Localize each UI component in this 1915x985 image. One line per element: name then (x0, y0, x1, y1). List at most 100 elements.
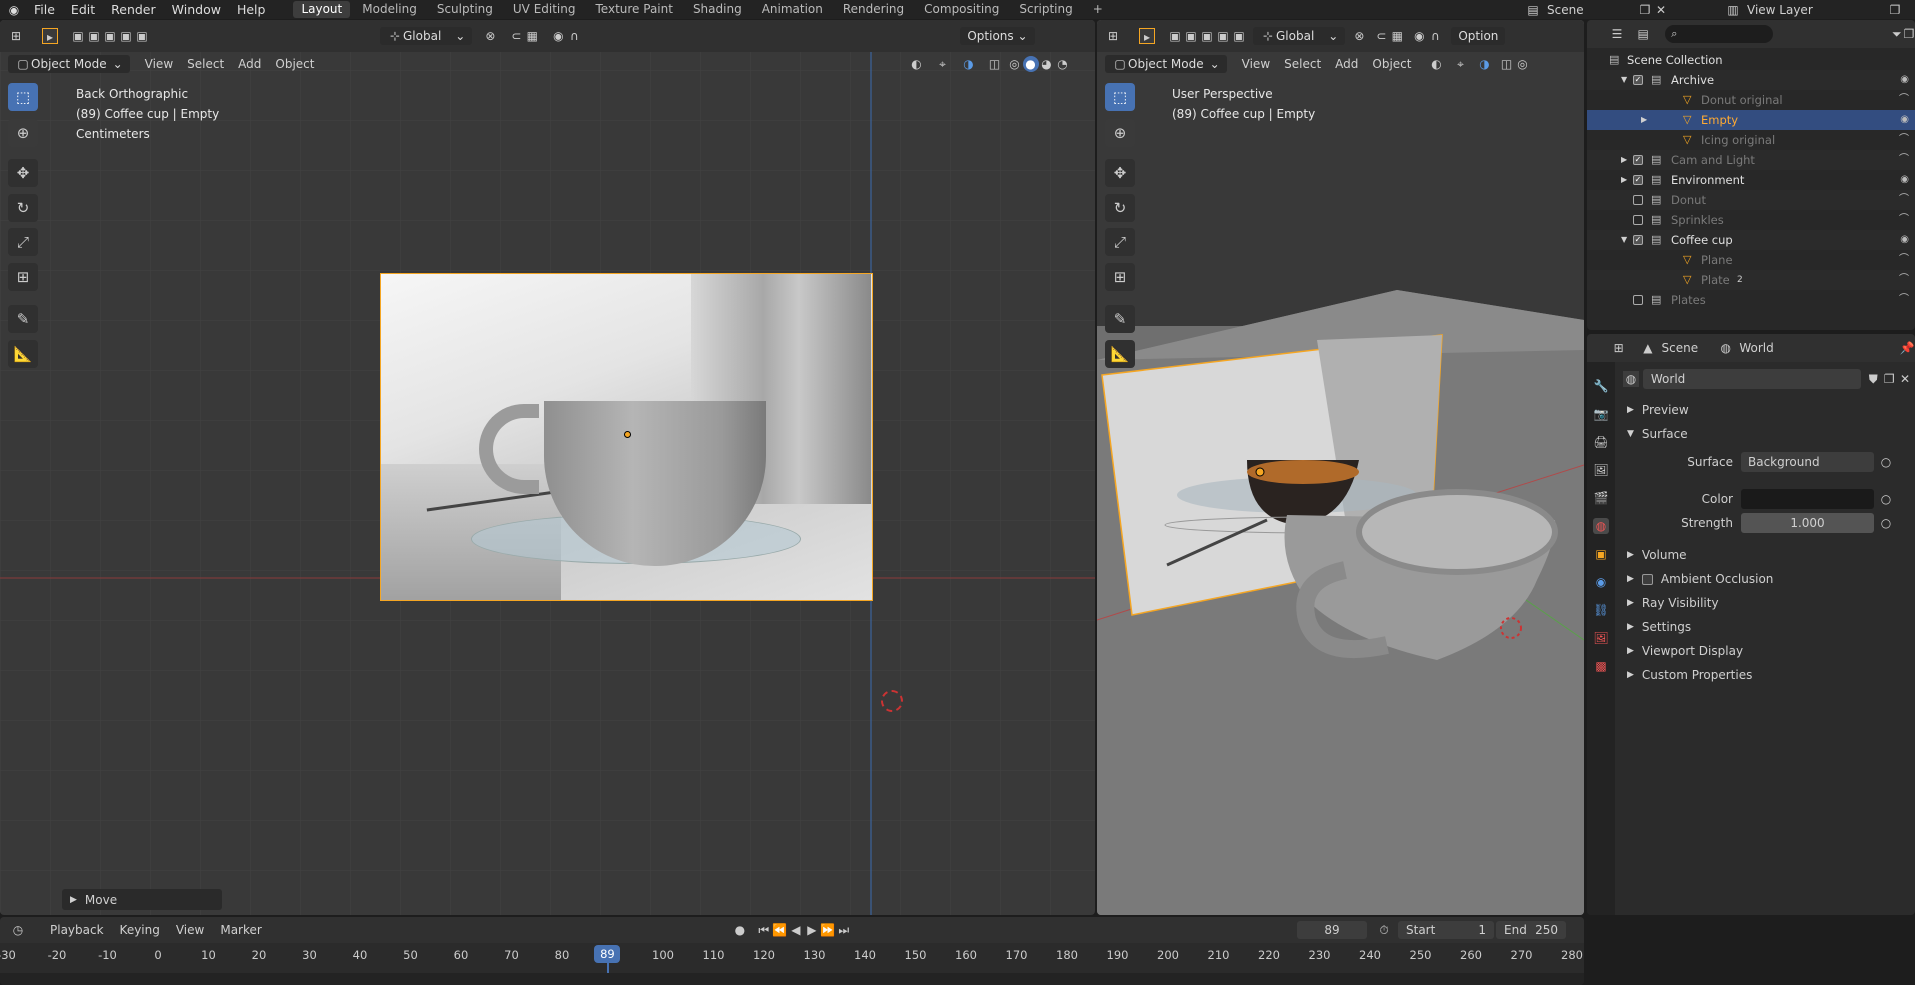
xray-icon[interactable]: ◫ (1499, 56, 1515, 72)
options-dropdown[interactable]: Options ⌄ (960, 27, 1035, 45)
hidden-eye-icon[interactable]: ⌒ (1899, 130, 1909, 150)
new-scene-icon[interactable]: ❐ (1637, 2, 1653, 18)
jump-keyframe-forward-icon[interactable]: ⏩ (820, 922, 836, 938)
end-frame-field[interactable]: End 250 (1496, 921, 1566, 939)
rendered-shading-icon[interactable]: ◔ (1055, 56, 1071, 72)
current-frame-field[interactable]: 89 (1297, 921, 1367, 939)
collection-checkbox[interactable] (1633, 195, 1643, 205)
pivot-point-icon[interactable]: ⊗ (482, 28, 498, 44)
outliner-row[interactable]: ▽ Donut original ⌒ (1587, 90, 1915, 110)
menu-select[interactable]: Select (180, 57, 231, 71)
hidden-eye-icon[interactable]: ⌒ (1899, 90, 1909, 110)
mode-dropdown[interactable]: ▢ Object Mode ⌄ (1105, 55, 1227, 73)
menu-view[interactable]: View (1235, 57, 1277, 71)
right-3d-viewport[interactable]: ⊞ ▸ ▣ ▣ ▣ ▣ ▣ ⊹ Global ⌄ ⊗ ⊂ ▦ ◉ ∩ Optio… (1097, 20, 1584, 915)
new-collection-icon[interactable]: ❐ (1903, 26, 1915, 42)
world-name-field[interactable]: World (1642, 369, 1862, 389)
outliner-row[interactable]: ▽ Icing original ⌒ (1587, 130, 1915, 150)
annotate-tool[interactable]: ✎ (1105, 305, 1135, 333)
jump-end-icon[interactable]: ⏭ (836, 922, 852, 938)
hidden-eye-icon[interactable]: ⌒ (1899, 150, 1909, 170)
tab-layout[interactable]: Layout (293, 1, 351, 18)
menu-keying[interactable]: Keying (112, 923, 168, 937)
editor-type-icon[interactable]: ⊞ (8, 28, 24, 44)
eye-icon[interactable]: ◉ (1900, 170, 1909, 190)
select-mode-subtract-icon[interactable]: ▣ (1199, 28, 1215, 44)
expand-triangle-icon[interactable]: ▶ (1621, 170, 1627, 190)
editor-type-icon[interactable]: ⊞ (1105, 28, 1121, 44)
settings-panel-header[interactable]: ▶ Settings (1627, 617, 1691, 637)
proportional-editing-icon[interactable]: ◉ (550, 28, 566, 44)
collection-checkbox[interactable]: ✓ (1633, 155, 1643, 165)
menu-file[interactable]: File (26, 0, 63, 19)
menu-select[interactable]: Select (1277, 57, 1328, 71)
expand-triangle-icon[interactable]: ▶ (1621, 150, 1627, 170)
viewport-display-panel-header[interactable]: ▶ Viewport Display (1627, 641, 1743, 661)
transform-tool[interactable]: ⊞ (8, 263, 38, 291)
delete-scene-icon[interactable]: ✕ (1653, 2, 1669, 18)
menu-playback[interactable]: Playback (42, 923, 112, 937)
wireframe-shading-icon[interactable]: ◎ (1515, 56, 1531, 72)
blender-logo-icon[interactable]: ◉ (6, 2, 22, 18)
pivot-point-icon[interactable]: ⊗ (1351, 28, 1367, 44)
data-properties-icon[interactable]: 🖼 (1593, 630, 1609, 646)
jump-keyframe-back-icon[interactable]: ⏪ (772, 922, 788, 938)
scene-selector[interactable]: ▤ Scene ❐ ✕ (1525, 0, 1669, 19)
node-link-icon[interactable]: ○ (1878, 454, 1894, 470)
rotate-tool[interactable]: ↻ (8, 194, 38, 222)
eye-icon[interactable]: ◉ (1900, 230, 1909, 250)
select-mode-new-icon[interactable]: ▣ (1167, 28, 1183, 44)
overlays-icon[interactable]: ◑ (1477, 56, 1493, 72)
select-mode-intersect-icon[interactable]: ▣ (134, 28, 150, 44)
measure-tool[interactable]: 📐 (1105, 340, 1135, 368)
start-frame-field[interactable]: Start 1 (1398, 921, 1494, 939)
tab-scripting[interactable]: Scripting (1011, 1, 1080, 18)
outliner-row[interactable]: ▶ ✓ ▤ Environment ◉ (1587, 170, 1915, 190)
hidden-eye-icon[interactable]: ⌒ (1899, 290, 1909, 310)
menu-add[interactable]: Add (231, 57, 268, 71)
new-world-icon[interactable]: ❐ (1881, 371, 1897, 387)
falloff-icon[interactable]: ∩ (1427, 28, 1443, 44)
add-workspace-button[interactable]: + (1085, 1, 1111, 18)
measure-tool[interactable]: 📐 (8, 340, 38, 368)
node-link-icon[interactable]: ○ (1878, 515, 1894, 531)
menu-add[interactable]: Add (1328, 57, 1365, 71)
collection-checkbox[interactable] (1633, 295, 1643, 305)
select-mode-new-icon[interactable]: ▣ (70, 28, 86, 44)
unlink-world-icon[interactable]: ✕ (1897, 371, 1913, 387)
tool-properties-icon[interactable]: 🔧 (1593, 378, 1609, 394)
xray-icon[interactable]: ◫ (987, 56, 1003, 72)
view-layer-selector[interactable]: ▥ View Layer ❐ (1725, 0, 1903, 19)
transform-orientation-dropdown[interactable]: ⊹ Global ⌄ (380, 27, 473, 45)
cursor-tool[interactable]: ⊕ (8, 119, 38, 147)
timeline-scrollbar[interactable] (0, 973, 1584, 985)
texture-properties-icon[interactable]: ▩ (1593, 658, 1609, 674)
overlays-icon[interactable]: ◑ (961, 56, 977, 72)
select-box-tool[interactable]: ⬚ (1105, 83, 1135, 111)
tab-texture-paint[interactable]: Texture Paint (588, 1, 681, 18)
tab-rendering[interactable]: Rendering (835, 1, 912, 18)
world-properties-icon[interactable]: ◍ (1593, 518, 1609, 534)
hidden-eye-icon[interactable]: ⌒ (1899, 210, 1909, 230)
play-icon[interactable]: ▶ (804, 922, 820, 938)
transform-tool[interactable]: ⊞ (1105, 263, 1135, 291)
transform-orientation-dropdown[interactable]: ⊹ Global ⌄ (1253, 27, 1346, 45)
select-mode-subtract-icon[interactable]: ▣ (102, 28, 118, 44)
select-mode-extend-icon[interactable]: ▣ (1183, 28, 1199, 44)
display-mode-icon[interactable]: ▤ (1637, 26, 1649, 42)
menu-object[interactable]: Object (268, 57, 321, 71)
menu-marker[interactable]: Marker (212, 923, 269, 937)
ray-visibility-panel-header[interactable]: ▶ Ray Visibility (1627, 593, 1719, 613)
physics-properties-icon[interactable]: ◉ (1593, 574, 1609, 590)
preview-panel-header[interactable]: ▶ Preview (1627, 400, 1689, 420)
outliner-row[interactable]: ▼ ✓ ▤ Coffee cup ◉ (1587, 230, 1915, 250)
volume-panel-header[interactable]: ▶ Volume (1627, 545, 1687, 565)
outliner-row[interactable]: ▶ ✓ ▤ Cam and Light ⌒ (1587, 150, 1915, 170)
output-properties-icon[interactable]: 🖨 (1593, 434, 1609, 450)
annotate-tool[interactable]: ✎ (8, 305, 38, 333)
scene-properties-icon[interactable]: 🎬 (1593, 490, 1609, 506)
solid-shading-icon[interactable]: ● (1022, 56, 1039, 72)
outliner-row[interactable]: ▶ ▽ Empty ◉ (1587, 110, 1915, 130)
cursor-tool[interactable]: ⊕ (1105, 119, 1135, 147)
world-datablock-selector[interactable]: ◍ World ⛊ ❐ ✕ (1623, 368, 1913, 390)
